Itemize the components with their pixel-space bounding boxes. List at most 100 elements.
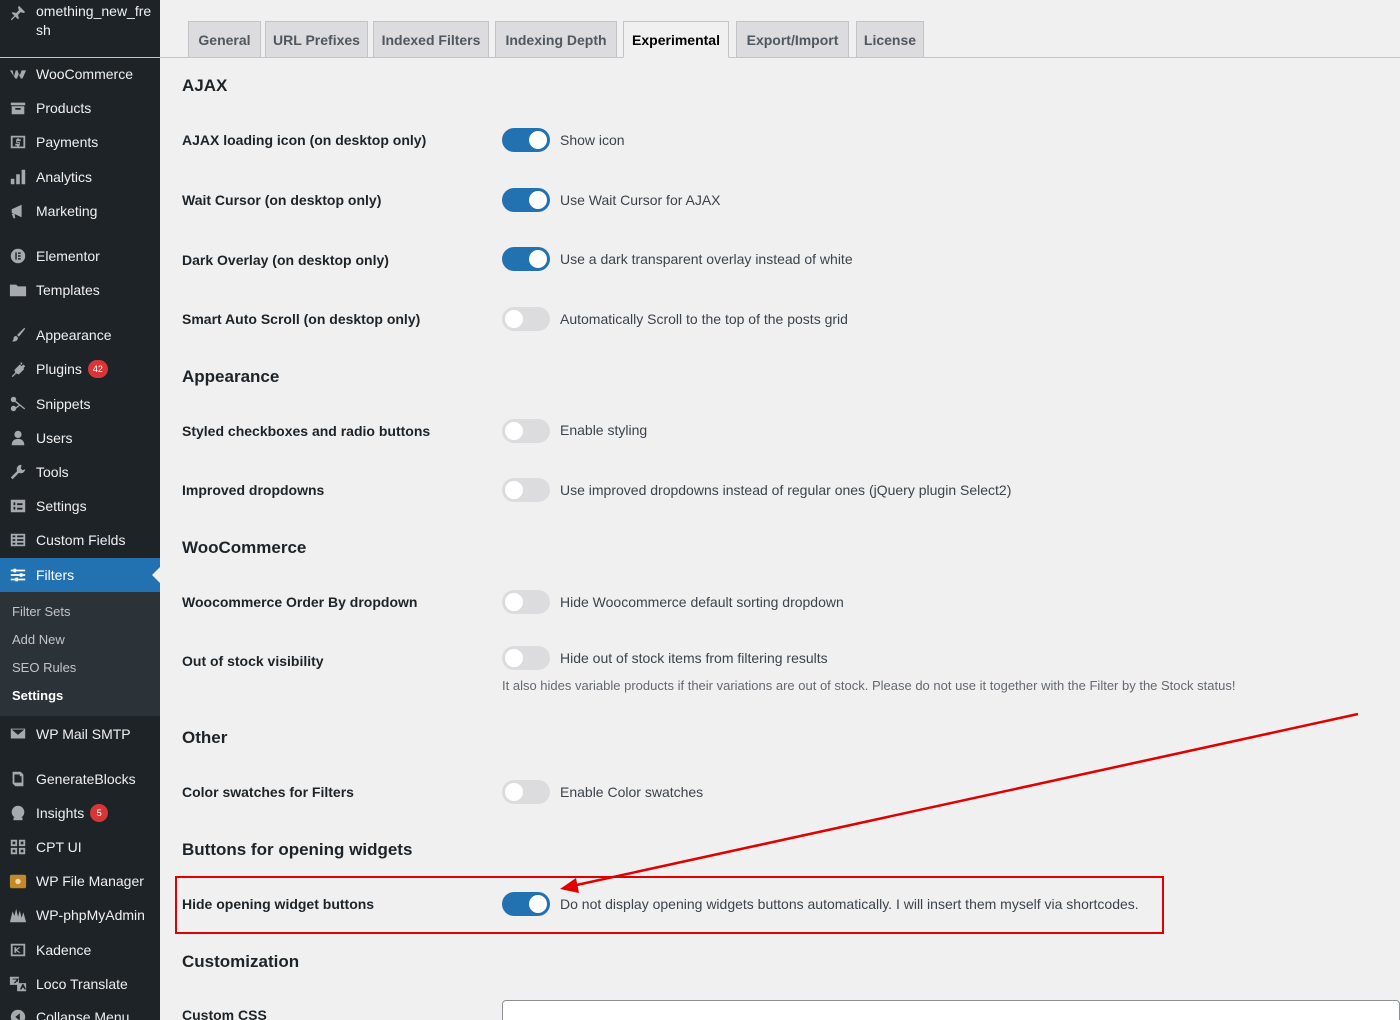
elementor-icon — [0, 239, 36, 273]
grid-icon — [0, 830, 36, 864]
sidebar-item-label: WP Mail SMTP — [36, 726, 131, 742]
out-of-stock-toggle[interactable] — [502, 646, 550, 670]
sidebar-item-label: omething_new_fresh — [36, 3, 152, 38]
tab-indexing-depth[interactable]: Indexing Depth — [495, 21, 617, 58]
sidebar-item-generateblocks[interactable]: GenerateBlocks — [0, 762, 160, 796]
marketing-icon — [0, 194, 36, 228]
color-swatches-toggle[interactable] — [502, 780, 550, 804]
filters-submenu: Filter Sets Add New SEO Rules Settings — [0, 592, 160, 716]
toggle-knob — [529, 131, 547, 149]
sidebar-item-label: Analytics — [36, 169, 93, 185]
notification-count-badge: 5 — [90, 804, 109, 822]
sidebar-item-settings[interactable]: Settings — [0, 489, 160, 523]
setting-label: Custom CSS — [182, 1007, 267, 1020]
setting-label: Out of stock visibility — [182, 653, 324, 669]
toggle-knob — [529, 191, 547, 209]
smart-auto-scroll-toggle[interactable] — [502, 307, 550, 331]
collapse-icon — [0, 1000, 36, 1020]
toggle-text: Use a dark transparent overlay instead o… — [560, 251, 853, 267]
submenu-item-add-new[interactable]: Add New — [12, 632, 65, 647]
sidebar-item-label: WP-phpMyAdmin — [36, 907, 145, 923]
toggle-knob — [505, 310, 523, 328]
sidebar-item-plugins[interactable]: Plugins 42 — [0, 352, 160, 386]
sidebar-item-cpt-ui[interactable]: CPT UI — [0, 830, 160, 864]
translate-icon — [0, 967, 36, 1001]
sidebar-item-label: Filters — [36, 567, 75, 583]
toggle-text: Use Wait Cursor for AJAX — [560, 192, 721, 208]
styled-checkboxes-toggle[interactable] — [502, 419, 550, 443]
sidebar-item-label: Marketing — [36, 203, 98, 219]
sidebar-item-woocommerce[interactable]: WooCommerce — [0, 57, 160, 91]
sidebar-item-label: WooCommerce — [36, 66, 133, 82]
sidebar-item-wp-mail-smtp[interactable]: WP Mail SMTP — [0, 717, 160, 751]
improved-dropdowns-toggle[interactable] — [502, 478, 550, 502]
custom-css-textarea[interactable] — [502, 1000, 1400, 1020]
section-heading-buttons: Buttons for opening widgets — [182, 840, 413, 859]
sidebar-item-products[interactable]: Products — [0, 91, 160, 125]
sidebar-item-label: Elementor — [36, 248, 100, 264]
tab-indexed-filters[interactable]: Indexed Filters — [373, 21, 489, 58]
products-icon — [0, 91, 36, 125]
wrench-icon — [0, 455, 36, 489]
sidebar-item-analytics[interactable]: Analytics — [0, 160, 160, 194]
ajax-loading-icon-toggle[interactable] — [502, 128, 550, 152]
sidebar-item-site[interactable]: omething_new_fresh — [0, 0, 160, 54]
collapse-menu-button[interactable]: Collapse Menu — [0, 1000, 160, 1020]
setting-label: Dark Overlay (on desktop only) — [182, 252, 389, 268]
sidebar-item-users[interactable]: Users — [0, 421, 160, 455]
toggle-text: Show icon — [560, 132, 625, 148]
sidebar-item-marketing[interactable]: Marketing — [0, 194, 160, 228]
submenu-item-filter-sets[interactable]: Filter Sets — [12, 604, 71, 619]
tab-general[interactable]: General — [188, 21, 261, 58]
toggle-knob — [505, 422, 523, 440]
sidebar-item-label: Custom Fields — [36, 532, 126, 548]
sidebar-item-elementor[interactable]: Elementor — [0, 239, 160, 273]
sidebar-item-wp-phpmyadmin[interactable]: WP-phpMyAdmin — [0, 898, 160, 932]
sidebar-item-label: Insights — [36, 805, 85, 821]
submenu-item-settings[interactable]: Settings — [12, 688, 63, 703]
setting-label: Wait Cursor (on desktop only) — [182, 192, 382, 208]
sidebar-item-kadence[interactable]: Kadence — [0, 933, 160, 967]
scissors-icon — [0, 387, 36, 421]
sidebar-item-label: Products — [36, 100, 92, 116]
plug-icon — [0, 352, 36, 386]
tab-license[interactable]: License — [856, 21, 924, 58]
toggle-text: Automatically Scroll to the top of the p… — [560, 311, 848, 327]
generateblocks-icon — [0, 762, 36, 796]
setting-label: Woocommerce Order By dropdown — [182, 594, 418, 610]
sidebar-item-payments[interactable]: Payments — [0, 125, 160, 159]
tab-experimental[interactable]: Experimental — [623, 21, 729, 58]
sidebar-item-snippets[interactable]: Snippets — [0, 387, 160, 421]
sidebar-item-filters[interactable]: Filters — [0, 558, 160, 592]
sidebar-item-label: Appearance — [36, 327, 112, 343]
filters-icon — [0, 558, 36, 592]
woocommerce-order-by-toggle[interactable] — [502, 590, 550, 614]
sidebar-item-label: Loco Translate — [36, 976, 128, 992]
sidebar-item-templates[interactable]: Templates — [0, 273, 160, 307]
tab-url-prefixes[interactable]: URL Prefixes — [265, 21, 368, 58]
sidebar-item-label: Payments — [36, 134, 99, 150]
sidebar-item-insights[interactable]: Insights 5 — [0, 796, 160, 830]
sidebar-item-tools[interactable]: Tools — [0, 455, 160, 489]
sidebar-item-label: Collapse Menu — [36, 1009, 130, 1020]
sidebar-item-loco-translate[interactable]: Loco Translate — [0, 967, 160, 1001]
sidebar-item-appearance[interactable]: Appearance — [0, 318, 160, 352]
sidebar-item-custom-fields[interactable]: Custom Fields — [0, 523, 160, 557]
annotation-arrow — [560, 712, 1359, 893]
toggle-knob — [505, 481, 523, 499]
section-heading-ajax: AJAX — [182, 76, 228, 95]
analytics-icon — [0, 160, 36, 194]
dark-overlay-toggle[interactable] — [502, 247, 550, 271]
sidebar-item-label: Plugins — [36, 361, 82, 377]
toggle-text: Enable Color swatches — [560, 784, 704, 800]
submenu-item-seo-rules[interactable]: SEO Rules — [12, 660, 76, 675]
file-manager-icon — [0, 864, 36, 898]
tab-export-import[interactable]: Export/Import — [736, 21, 849, 58]
setting-label: Styled checkboxes and radio buttons — [182, 423, 431, 439]
sidebar-item-wp-file-manager[interactable]: WP File Manager — [0, 864, 160, 898]
update-count-badge: 42 — [87, 360, 108, 378]
settings-icon — [0, 489, 36, 523]
wait-cursor-toggle[interactable] — [502, 188, 550, 212]
phpmyadmin-icon — [0, 898, 36, 932]
section-heading-appearance: Appearance — [182, 367, 280, 386]
